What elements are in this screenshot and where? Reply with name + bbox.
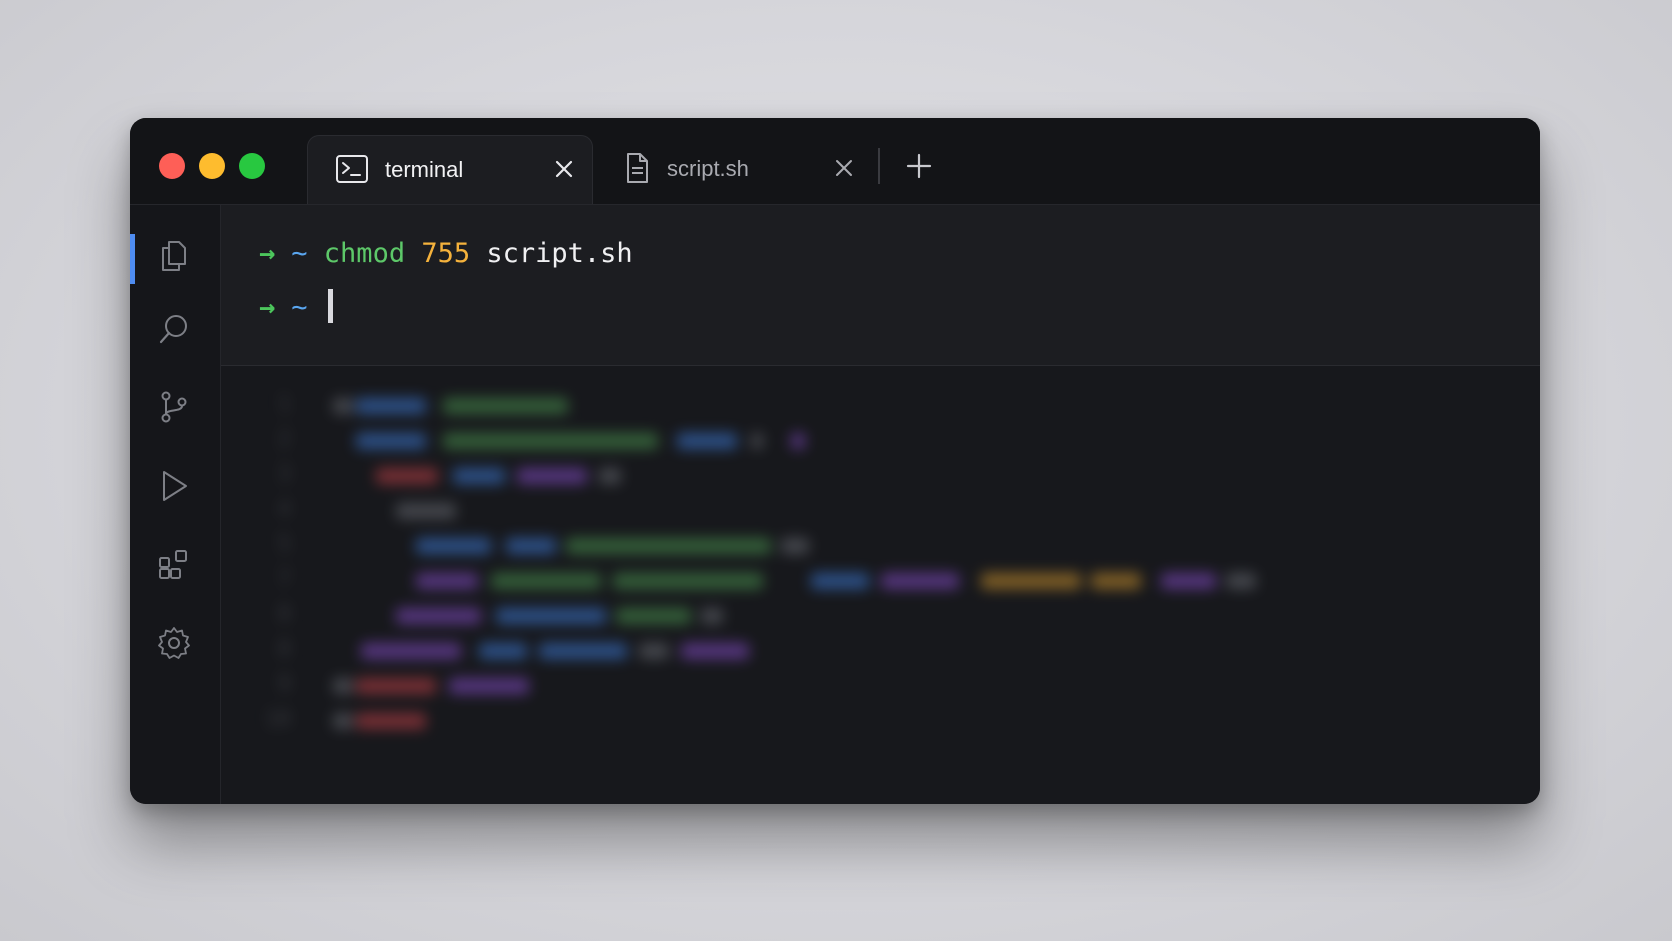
code-token bbox=[356, 678, 436, 694]
prompt-cwd: ~ bbox=[291, 292, 308, 323]
line-number: 10 bbox=[264, 707, 292, 732]
title-bar: terminal script.sh bbox=[130, 118, 1540, 205]
code-token bbox=[791, 433, 805, 449]
code-token bbox=[566, 538, 771, 554]
code-token bbox=[416, 573, 478, 589]
code-token bbox=[396, 503, 456, 519]
files-icon[interactable] bbox=[157, 239, 191, 273]
code-editor[interactable]: 1 2 3 4 5 7 8 8 9 10 bbox=[221, 366, 1540, 804]
code-token bbox=[356, 713, 426, 729]
code-token bbox=[681, 643, 749, 659]
code-token bbox=[453, 468, 505, 484]
code-token bbox=[479, 643, 527, 659]
search-icon[interactable] bbox=[157, 312, 191, 346]
line-number: 7 bbox=[277, 567, 291, 592]
code-token bbox=[599, 468, 621, 484]
line-number: 8 bbox=[277, 602, 291, 627]
code-token bbox=[811, 573, 869, 589]
terminal-panel[interactable]: → ~ chmod 755 script.sh → ~ bbox=[221, 205, 1540, 366]
code-token bbox=[616, 608, 691, 624]
tab-label: script.sh bbox=[667, 156, 749, 181]
activity-bar bbox=[130, 205, 221, 804]
code-token bbox=[416, 538, 491, 554]
code-token bbox=[356, 398, 426, 414]
code-token bbox=[361, 643, 461, 659]
code-token bbox=[701, 608, 723, 624]
text-cursor bbox=[327, 289, 333, 323]
code-token bbox=[333, 398, 353, 414]
code-token bbox=[639, 643, 669, 659]
code-token bbox=[491, 573, 601, 589]
line-number: 4 bbox=[277, 497, 291, 522]
code-token bbox=[376, 468, 438, 484]
code-token bbox=[751, 433, 763, 449]
tab-separator bbox=[878, 148, 880, 184]
active-indicator bbox=[130, 234, 135, 284]
extensions-icon[interactable] bbox=[157, 547, 191, 581]
code-token bbox=[1161, 573, 1216, 589]
code-token bbox=[333, 713, 353, 729]
line-number: 5 bbox=[277, 532, 291, 557]
command-argument: script.sh bbox=[486, 238, 633, 269]
terminal-input-line[interactable]: → ~ bbox=[259, 289, 333, 325]
code-token bbox=[333, 678, 353, 694]
terminal-line: → ~ chmod 755 script.sh bbox=[259, 238, 633, 274]
blurred-code: 1 2 3 4 5 7 8 8 9 10 bbox=[221, 366, 1540, 804]
prompt-cwd: ~ bbox=[291, 238, 308, 269]
code-token bbox=[506, 538, 556, 554]
code-token bbox=[396, 608, 481, 624]
settings-icon[interactable] bbox=[157, 626, 191, 660]
code-token bbox=[443, 398, 568, 414]
run-icon[interactable] bbox=[157, 469, 191, 503]
line-number: 1 bbox=[277, 392, 291, 417]
line-number: 3 bbox=[277, 462, 291, 487]
code-token bbox=[677, 433, 737, 449]
code-token bbox=[449, 678, 529, 694]
line-number: 2 bbox=[277, 427, 291, 452]
close-icon[interactable] bbox=[833, 157, 855, 179]
code-token bbox=[781, 538, 809, 554]
code-token bbox=[496, 608, 606, 624]
command-name: chmod bbox=[323, 238, 406, 269]
command-mode: 755 bbox=[421, 238, 471, 269]
code-token bbox=[517, 468, 587, 484]
code-token bbox=[443, 433, 658, 449]
code-token bbox=[981, 573, 1081, 589]
source-control-icon[interactable] bbox=[157, 390, 191, 424]
prompt-arrow: → bbox=[259, 292, 276, 323]
code-token bbox=[1091, 573, 1141, 589]
file-icon bbox=[627, 153, 648, 183]
code-token bbox=[1226, 573, 1256, 589]
code-token bbox=[881, 573, 959, 589]
prompt-arrow: → bbox=[259, 238, 276, 269]
line-number: 8 bbox=[277, 637, 291, 662]
code-token bbox=[539, 643, 627, 659]
tab-script-sh[interactable]: script.sh bbox=[130, 135, 890, 204]
code-token bbox=[356, 433, 426, 449]
new-tab-icon[interactable] bbox=[906, 153, 932, 179]
line-number: 9 bbox=[277, 672, 291, 697]
code-token bbox=[613, 573, 763, 589]
app-window: terminal script.sh → ~ chmod 755 script.… bbox=[130, 118, 1540, 804]
